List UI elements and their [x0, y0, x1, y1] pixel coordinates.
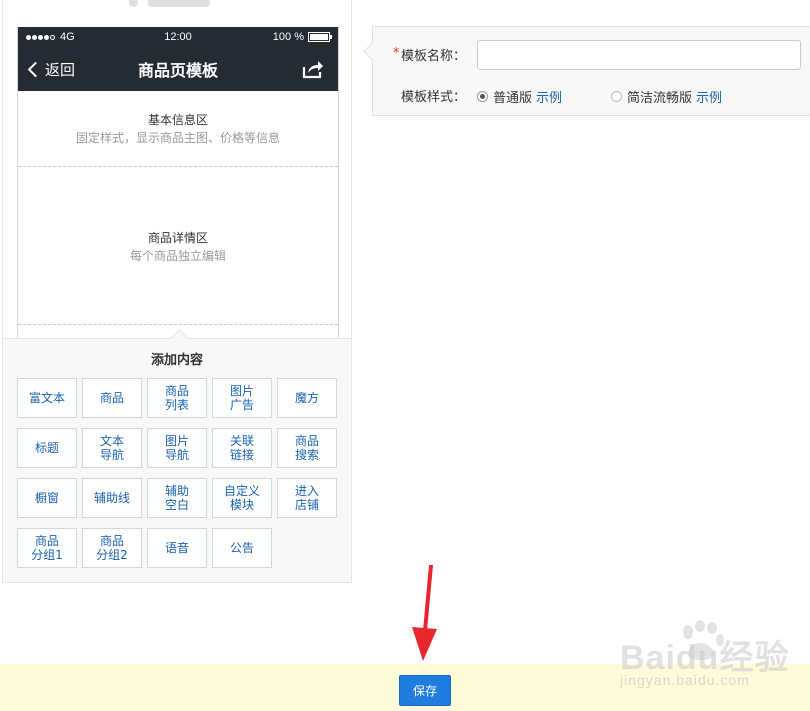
product-detail-section[interactable]: 商品详情区 每个商品独立编辑 [18, 167, 338, 325]
template-settings-form: * 模板名称： 模板样式： 普通版 示例 简洁流畅版 示例 [363, 26, 810, 116]
style-option-normal[interactable]: 普通版 示例 [477, 87, 562, 106]
watermark-url: jingyan.baidu.com [620, 672, 750, 688]
component-button[interactable]: 公告 [212, 528, 272, 568]
battery-icon [308, 32, 332, 42]
phone-navbar: 返回 商品页模板 [18, 47, 338, 91]
component-button[interactable]: 商品 列表 [147, 378, 207, 418]
option-label: 简洁流畅版 [627, 91, 693, 106]
component-button[interactable]: 辅助 空白 [147, 478, 207, 518]
battery-indicator: 100 % [272, 31, 332, 43]
component-button[interactable]: 橱窗 [17, 478, 77, 518]
example-link[interactable]: 示例 [536, 87, 562, 106]
component-button[interactable]: 图片 导航 [147, 428, 207, 468]
component-button[interactable]: 富文本 [17, 378, 77, 418]
template-name-input[interactable] [477, 40, 801, 70]
panel-title: 添加内容 [150, 353, 203, 368]
save-button[interactable]: 保存 [399, 675, 451, 706]
section-subtitle: 固定样式，显示商品主图、价格等信息 [75, 131, 280, 145]
basic-info-section[interactable]: 基本信息区 固定样式，显示商品主图、价格等信息 [18, 91, 338, 167]
phone-screen: 4G 12:00 100 % 返回 商品页模板 基本信息区 固定样式，显示商品主… [17, 27, 339, 357]
phone-speaker [148, 0, 210, 7]
status-bar: 4G 12:00 100 % [18, 27, 338, 47]
component-button[interactable]: 图片 广告 [212, 378, 272, 418]
phone-camera [129, 0, 138, 7]
component-button[interactable]: 标题 [17, 428, 77, 468]
component-button[interactable]: 商品 [82, 378, 142, 418]
section-title: 商品详情区 [147, 231, 208, 245]
watermark: Baidu经验 jingyan.baidu.com [620, 620, 800, 695]
component-button[interactable]: 文本 导航 [82, 428, 142, 468]
component-button[interactable]: 进入 店铺 [277, 478, 337, 518]
component-button[interactable]: 辅助线 [82, 478, 142, 518]
form-pointer [363, 42, 382, 61]
required-mark: * [393, 46, 400, 61]
page-title: 商品页模板 [137, 61, 218, 80]
component-button[interactable]: 商品 分组1 [17, 528, 77, 568]
component-button[interactable]: 自定义 模块 [212, 478, 272, 518]
template-name-label: 模板名称： [401, 49, 467, 64]
component-button[interactable]: 关联 链接 [212, 428, 272, 468]
phone-topbar: 4G 12:00 100 % 返回 商品页模板 [18, 27, 338, 91]
option-label: 普通版 [493, 91, 533, 106]
component-button[interactable]: 魔方 [277, 378, 337, 418]
red-arrow-icon [410, 563, 438, 666]
battery-percent: 100 % [272, 31, 304, 43]
template-style-label: 模板样式： [401, 90, 467, 105]
component-button[interactable]: 语音 [147, 528, 207, 568]
section-title: 基本信息区 [147, 113, 208, 127]
section-subtitle: 每个商品独立编辑 [129, 249, 226, 263]
component-button[interactable]: 商品 搜索 [277, 428, 337, 468]
add-content-panel: 添加内容 富文本 商品 商品 列表 图片 广告 魔方 标题 文本 导航 图片 导… [2, 329, 352, 583]
radio-unselected-icon[interactable] [611, 91, 622, 102]
style-option-simple[interactable]: 简洁流畅版 示例 [611, 87, 722, 106]
radio-selected-icon[interactable] [477, 91, 488, 102]
share-icon[interactable] [302, 59, 324, 82]
example-link[interactable]: 示例 [696, 87, 722, 106]
component-button[interactable]: 商品 分组2 [82, 528, 142, 568]
